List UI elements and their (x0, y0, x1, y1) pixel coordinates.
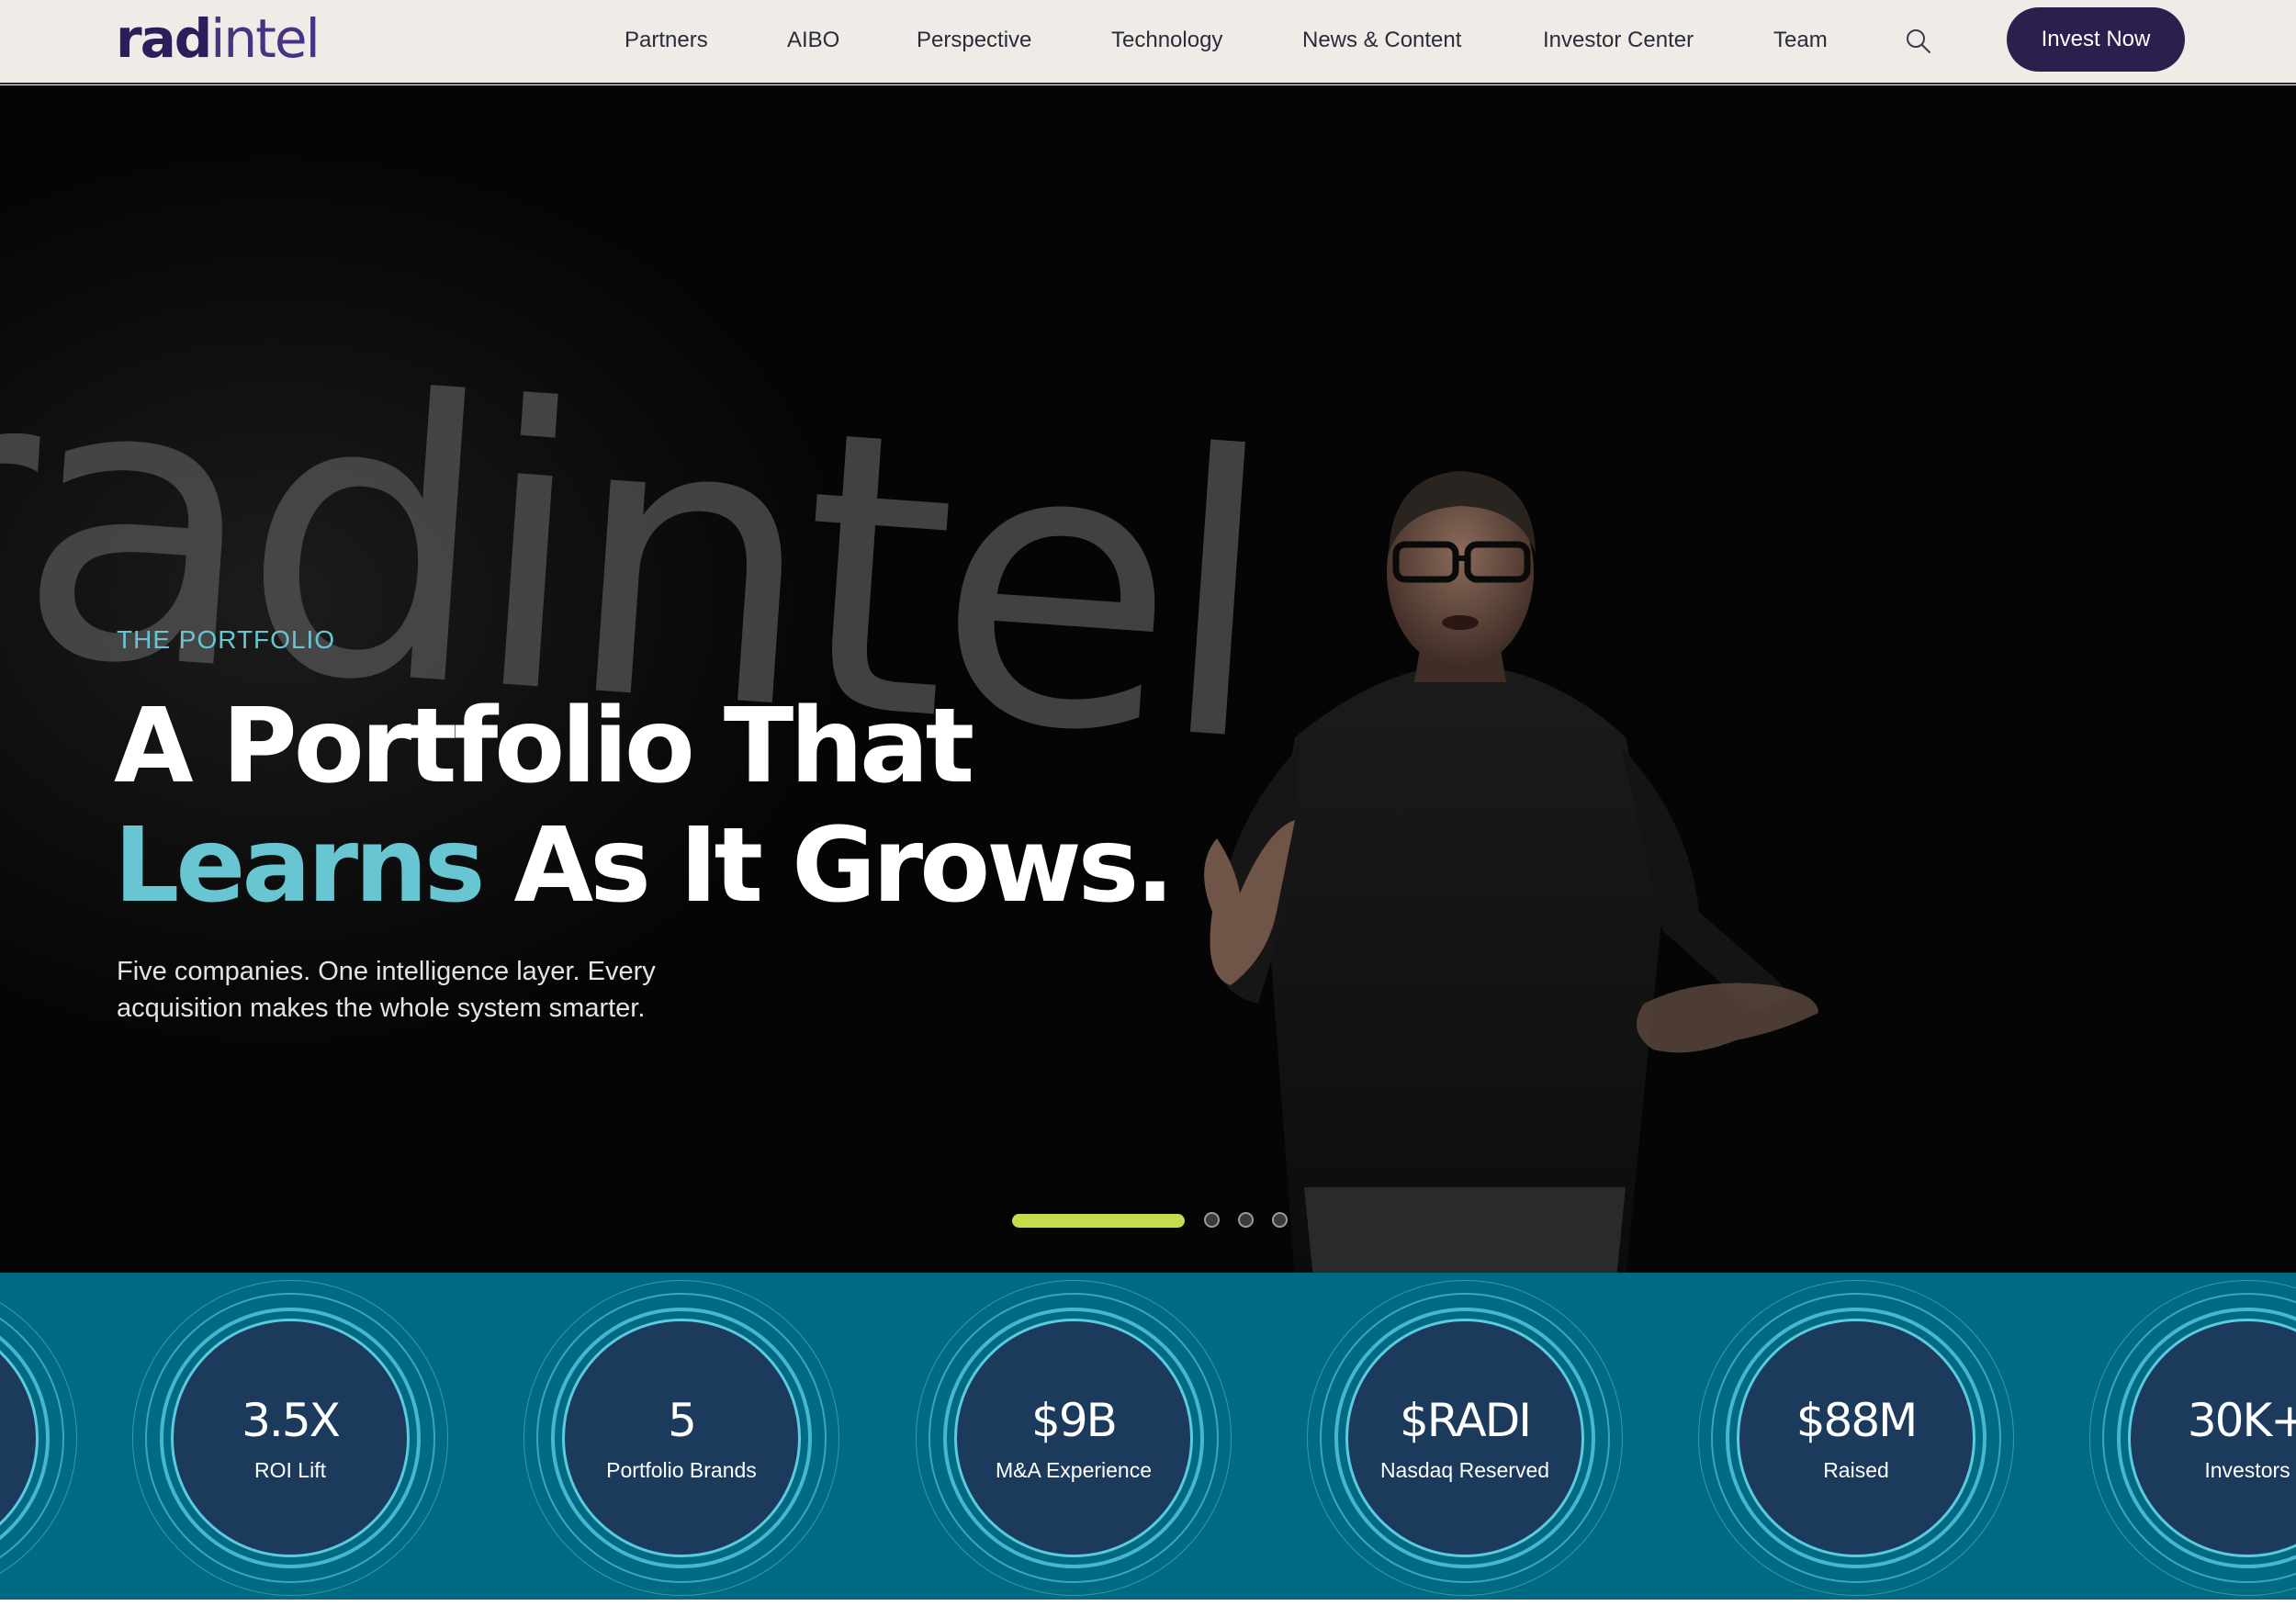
hero-subtext: Five companies. One intelligence layer. … (117, 957, 656, 1023)
logo-rad: rad (116, 7, 212, 70)
hero-video-section: radintel THE PORTFOLIO A Portfolio That … (0, 85, 2296, 1273)
nav-link-news-content[interactable]: News & Content (1302, 26, 1461, 55)
stat-value: 30K+ (2187, 1394, 2296, 1447)
logo-intel: intel (210, 7, 320, 70)
nav-link-investor-center[interactable]: Investor Center (1543, 26, 1694, 55)
stat-value: $88M (1795, 1394, 1919, 1447)
carousel-dot-2[interactable] (1204, 1212, 1220, 1228)
stat-circle-raised: $88M Raised (1698, 1280, 2014, 1596)
carousel-dot-4[interactable] (1272, 1212, 1288, 1228)
hero-eyebrow: THE PORTFOLIO (117, 625, 336, 654)
stats-band: 3.5X ROI Lift 5 Portfolio Brands $9B M&A… (0, 1273, 2296, 1600)
radintel-logo[interactable]: radintel (116, 6, 321, 72)
hero-headline: A Portfolio That Learns As It Grows. (114, 687, 1175, 926)
stat-circle-investors: 30K+ Investors (2089, 1280, 2296, 1596)
headline-accent-word: Learns (114, 806, 486, 926)
invest-now-button[interactable]: Invest Now (2007, 7, 2185, 72)
speaker-figure (1204, 471, 1818, 1273)
stat-circle-roi: 3.5X ROI Lift (132, 1280, 448, 1596)
page-bottom-edge (0, 1600, 2296, 1617)
headline-line-2: As It Grows. (481, 806, 1175, 926)
stat-value: 5 (668, 1394, 697, 1447)
stat-label: Portfolio Brands (606, 1458, 757, 1482)
nav-link-perspective[interactable]: Perspective (917, 26, 1031, 55)
nav-link-technology[interactable]: Technology (1111, 26, 1222, 55)
stat-value: $9B (1031, 1394, 1118, 1447)
carousel-dot-active[interactable] (1012, 1214, 1185, 1228)
stat-label: Nasdaq Reserved (1379, 1458, 1550, 1482)
nav-link-team[interactable]: Team (1773, 26, 1828, 55)
nav-link-aibo[interactable]: AIBO (787, 26, 839, 55)
stat-label: M&A Experience (995, 1458, 1153, 1482)
stat-value: 3.5X (242, 1394, 341, 1447)
stat-label: ROI Lift (254, 1458, 326, 1482)
stat-circle-partial (0, 1280, 77, 1596)
search-icon[interactable] (1903, 26, 1934, 57)
nav-link-partners[interactable]: Partners (625, 26, 708, 55)
top-navigation: radintel Partners AIBO Perspective Techn… (0, 0, 2296, 84)
carousel-dot-3[interactable] (1238, 1212, 1254, 1228)
stat-value: $RADI (1400, 1394, 1532, 1447)
stat-label: Investors (2204, 1458, 2290, 1482)
stat-circle-mna: $9B M&A Experience (916, 1280, 1232, 1596)
headline-line-1: A Portfolio That (114, 687, 974, 806)
stat-circle-brands: 5 Portfolio Brands (523, 1280, 839, 1596)
stat-label: Raised (1823, 1458, 1889, 1482)
stat-circle-nasdaq: $RADI Nasdaq Reserved (1307, 1280, 1623, 1596)
